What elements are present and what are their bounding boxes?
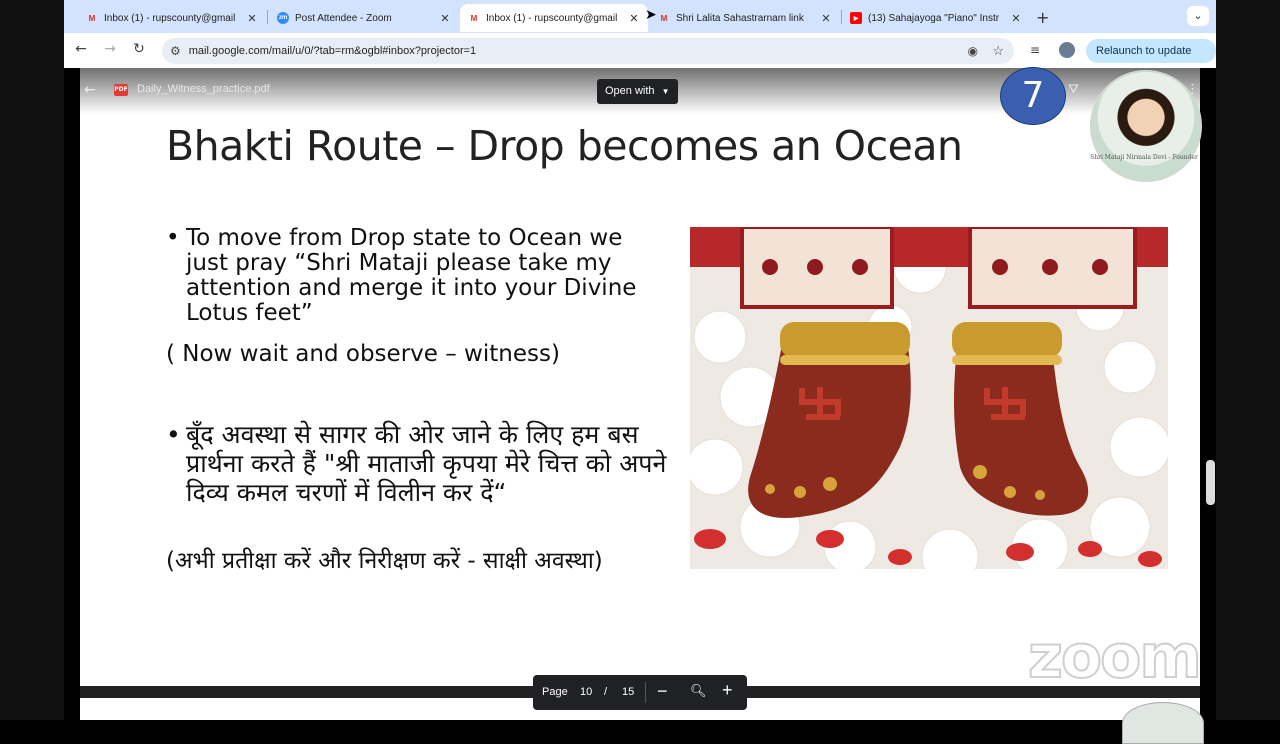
relaunch-button[interactable]: Relaunch to update ⋮	[1086, 39, 1216, 81]
back-arrow-icon[interactable]: ←	[84, 82, 96, 98]
participant-number-bubble: 7	[1000, 67, 1066, 125]
gmail-icon: M	[470, 13, 478, 23]
tab-strip: M Inbox (1) - rupscounty@gmail ✕ zm Post…	[64, 0, 1216, 33]
tab-inbox-active[interactable]: M Inbox (1) - rupscounty@gmail ✕	[460, 4, 648, 32]
portrait-avatar	[1090, 70, 1202, 182]
page-label: Page	[542, 686, 568, 698]
profile-avatar[interactable]	[1059, 42, 1075, 58]
tab-title: Inbox (1) - rupscounty@gmail	[486, 12, 618, 24]
url-text: mail.google.com/mail/u/0/?tab=rm&ogbl#in…	[188, 45, 477, 57]
browser-toolbar: ← → ↻ ⚙ mail.google.com/mail/u/0/?tab=rm…	[64, 33, 1216, 81]
bullet-dot: •	[166, 225, 180, 251]
gmail-icon: M	[660, 13, 668, 23]
tab-title: Inbox (1) - rupscounty@gmail	[104, 12, 236, 24]
current-page-input[interactable]: 10	[580, 686, 592, 698]
bullet-text: To move from Drop state to Ocean we just…	[186, 225, 637, 326]
bullet-dot: •	[166, 420, 181, 449]
zoom-watermark: zoom	[1027, 621, 1203, 693]
zoom-magnifier-icon[interactable]: 🔍︎	[690, 683, 707, 699]
bookmark-star-icon[interactable]: ☆	[992, 43, 1004, 59]
zoom-in-icon[interactable]: +	[722, 680, 733, 701]
site-info-icon[interactable]: ⚙	[170, 44, 181, 58]
close-icon[interactable]: ✕	[439, 12, 451, 25]
gmail-icon: M	[88, 13, 96, 23]
page-separator: /	[604, 686, 608, 698]
pdf-file-name: Daily_Witness_practice.pdf	[137, 83, 270, 95]
pdf-viewer: ← PDF Daily_Witness_practice.pdf Open wi…	[80, 67, 1203, 720]
zoom-icon: zm	[277, 12, 289, 24]
pdf-file-icon: PDF	[114, 84, 128, 96]
note-witness: ( Now wait and observe – witness)	[166, 341, 560, 367]
close-icon[interactable]: ✕	[1010, 12, 1022, 25]
caret-down-icon: ▼	[661, 87, 670, 96]
browser-chrome: M Inbox (1) - rupscounty@gmail ✕ zm Post…	[64, 0, 1216, 81]
tab-inbox-1[interactable]: M Inbox (1) - rupscounty@gmail ✕	[78, 4, 266, 32]
eye-icon[interactable]: ◉	[968, 44, 978, 58]
video-letterbox-left	[0, 0, 64, 720]
close-icon[interactable]: ✕	[246, 12, 258, 25]
forward-icon[interactable]: →	[101, 41, 119, 57]
video-letterbox-right	[1216, 0, 1280, 720]
new-tab-button[interactable]: +	[1036, 8, 1049, 27]
tab-post-attendee[interactable]: zm Post Attendee - Zoom ✕	[269, 4, 459, 32]
back-icon[interactable]: ←	[72, 41, 90, 57]
zoom-out-icon[interactable]: −	[657, 681, 668, 702]
next-page-portrait	[1122, 702, 1204, 744]
note-witness-hindi: (अभी प्रतीक्षा करें और निरीक्षण करें - स…	[166, 548, 603, 574]
youtube-icon: ▶	[850, 12, 862, 24]
media-controls-icon[interactable]: ≡	[1030, 43, 1040, 57]
close-icon[interactable]: ✕	[628, 12, 640, 25]
open-with-label: Open with	[605, 85, 655, 97]
open-with-button[interactable]: Open with ▼	[597, 79, 678, 104]
viewer-scrollbar[interactable]	[1206, 460, 1215, 505]
total-pages: 15	[622, 686, 635, 698]
tab-title: Shri Lalita Sahastrarnam link	[676, 12, 804, 24]
page-navigation-bar: Page 10 / 15 − 🔍︎ +	[533, 675, 747, 710]
lotus-feet-illustration	[690, 227, 1168, 569]
reload-icon[interactable]: ↻	[130, 41, 148, 57]
tab-lalita-sahastrarnam[interactable]: M Shri Lalita Sahastrarnam link ✕	[650, 4, 840, 32]
tab-title: Post Attendee - Zoom	[295, 12, 392, 24]
add-to-drive-icon[interactable]: ⛛	[1068, 82, 1079, 97]
divider	[645, 682, 646, 703]
tab-youtube-piano[interactable]: ▶ (13) Sahajayoga "Piano" Instr ✕	[842, 4, 1030, 32]
slide-title: Bhakti Route – Drop becomes an Ocean	[166, 122, 963, 170]
lotus-feet-image	[690, 227, 1168, 569]
mouse-cursor-icon: ➤	[645, 7, 657, 23]
bullet-text: बूँद अवस्था से सागर की ओर जाने के लिए हम…	[186, 420, 667, 507]
address-bar[interactable]: ⚙ mail.google.com/mail/u/0/?tab=rm&ogbl#…	[162, 38, 1014, 64]
tab-title: (13) Sahajayoga "Piano" Instr	[868, 12, 1000, 24]
tab-search-button[interactable]: ⌄	[1187, 6, 1209, 26]
close-icon[interactable]: ✕	[820, 12, 832, 25]
portrait-caption: Shri Mataji Nirmala Devi - Founder	[1090, 154, 1198, 161]
relaunch-label: Relaunch to update	[1096, 45, 1192, 57]
